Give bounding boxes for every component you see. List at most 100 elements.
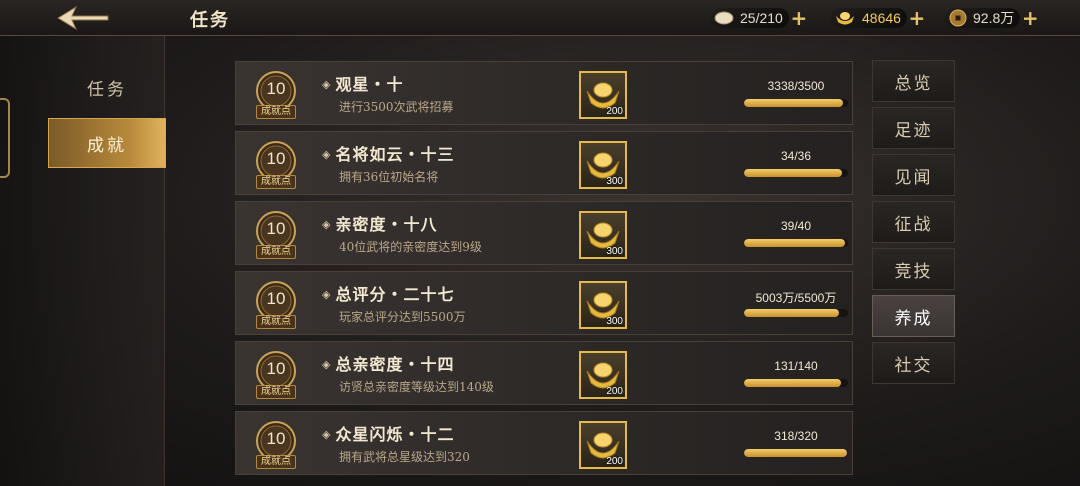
- add-rice-button[interactable]: +: [789, 8, 809, 28]
- currency-rice: 25/210 +: [710, 7, 809, 29]
- reward-item[interactable]: 200: [579, 71, 627, 119]
- progress-text: 3338/3500: [767, 79, 825, 93]
- sidebar-tab-label: 成就: [87, 135, 127, 156]
- category-tab-label: 见闻: [894, 167, 933, 188]
- progress-bar: [744, 449, 848, 457]
- reward-item[interactable]: 300: [579, 281, 627, 329]
- achievement-row: 10 成就点 ◈ 总评分・二十七 玩家总评分达到5500万 300 5003万/5…: [235, 271, 853, 335]
- category-tab[interactable]: 竞技: [872, 248, 955, 290]
- add-coin-button[interactable]: +: [1020, 8, 1040, 28]
- progress-bar: [744, 239, 848, 247]
- sidebar-tab-achievements[interactable]: 成就: [48, 118, 166, 168]
- page-title: 任务: [190, 10, 230, 31]
- sidebar: 任务 成就: [0, 36, 166, 486]
- reward-item[interactable]: 200: [579, 421, 627, 469]
- achievement-points-badge: 10 成就点: [250, 420, 302, 472]
- category-tab[interactable]: 见闻: [872, 154, 955, 196]
- achievement-desc: 拥有武将总星级达到320: [339, 450, 470, 464]
- achievement-points-badge: 10 成就点: [250, 350, 302, 402]
- category-tab[interactable]: 足迹: [872, 107, 955, 149]
- diamond-icon: ◈: [322, 218, 332, 231]
- category-tab[interactable]: 社交: [872, 342, 955, 384]
- currency-gold: 48646 +: [830, 7, 927, 29]
- diamond-icon: ◈: [322, 358, 332, 371]
- achievement-points: 10: [266, 149, 286, 168]
- achievement-points-label: 成就点: [256, 105, 296, 119]
- progress-text: 39/40: [780, 219, 812, 233]
- progress-fill: [744, 239, 846, 247]
- diamond-icon: ◈: [322, 148, 332, 161]
- sidebar-tab-tasks[interactable]: 任务: [48, 62, 166, 112]
- progress-bar: [744, 379, 848, 387]
- achievement-points-badge: 10 成就点: [250, 210, 302, 262]
- achievement-points-label: 成就点: [256, 245, 296, 259]
- category-tabs: 总览足迹见闻征战竞技养成社交: [872, 60, 956, 389]
- progress-text: 131/140: [774, 359, 818, 373]
- sidebar-edge-ornament: [0, 98, 10, 178]
- currency-value-gold: 48646: [862, 10, 901, 26]
- achievement-desc: 进行3500次武将招募: [339, 100, 454, 114]
- top-bar: 任务 25/210 + 48646 + 92.8万 +: [0, 0, 1080, 36]
- progress-text: 34/36: [780, 149, 812, 163]
- achievement-title: 总亲密度・十四: [335, 355, 455, 374]
- reward-qty: 300: [606, 316, 623, 327]
- currency-value-rice: 25/210: [740, 10, 783, 26]
- achievement-points: 10: [266, 359, 286, 378]
- achievement-row: 10 成就点 ◈ 众星闪烁・十二 拥有武将总星级达到320 200 318/320: [235, 411, 853, 475]
- currency-value-coin: 92.8万: [973, 10, 1015, 26]
- reward-qty: 200: [606, 386, 623, 397]
- sidebar-tab-label: 任务: [87, 79, 127, 100]
- achievement-title: 亲密度・十八: [335, 215, 438, 234]
- achievement-desc: 拥有36位初始名将: [339, 170, 439, 184]
- category-tab-label: 总览: [894, 73, 933, 94]
- diamond-icon: ◈: [322, 288, 332, 301]
- currency-coin: 92.8万 +: [945, 7, 1040, 29]
- achievement-points: 10: [266, 289, 286, 308]
- achievement-row: 10 成就点 ◈ 观星・十 进行3500次武将招募 200 3338/3500: [235, 61, 853, 125]
- achievement-title-wrap: ◈ 众星闪烁・十二: [322, 421, 454, 445]
- achievement-title-wrap: ◈ 总评分・二十七: [322, 281, 454, 305]
- category-tab-label: 足迹: [894, 120, 933, 141]
- back-button[interactable]: [52, 4, 112, 32]
- achievement-title-wrap: ◈ 亲密度・十八: [322, 211, 437, 235]
- achievement-points-label: 成就点: [256, 175, 296, 189]
- achievement-points-label: 成就点: [256, 315, 296, 329]
- achievement-points-badge: 10 成就点: [250, 280, 302, 332]
- achievement-points-badge: 10 成就点: [250, 140, 302, 192]
- progress-fill: [744, 379, 842, 387]
- achievement-points-label: 成就点: [256, 455, 296, 469]
- achievement-row: 10 成就点 ◈ 亲密度・十八 40位武将的亲密度达到9级 300 39/40: [235, 201, 853, 265]
- category-tab[interactable]: 养成: [872, 295, 955, 337]
- achievement-title: 观星・十: [335, 75, 404, 94]
- category-tab[interactable]: 征战: [872, 201, 955, 243]
- category-tab-label: 养成: [894, 308, 933, 329]
- reward-item[interactable]: 300: [579, 141, 627, 189]
- coin-icon: [949, 9, 967, 27]
- achievement-title: 众星闪烁・十二: [335, 425, 455, 444]
- category-tab-label: 竞技: [894, 261, 933, 282]
- reward-item[interactable]: 300: [579, 211, 627, 259]
- back-arrow-icon: [57, 5, 109, 31]
- achievement-points: 10: [266, 429, 286, 448]
- reward-qty: 200: [606, 106, 623, 117]
- progress-text: 5003万/5500万: [755, 291, 837, 305]
- reward-item[interactable]: 200: [579, 351, 627, 399]
- achievement-row: 10 成就点 ◈ 总亲密度・十四 访贤总亲密度等级达到140级 200 131/1…: [235, 341, 853, 405]
- add-gold-button[interactable]: +: [907, 8, 927, 28]
- achievement-list: 10 成就点 ◈ 观星・十 进行3500次武将招募 200 3338/3500 1…: [235, 61, 855, 481]
- progress-bar: [744, 169, 848, 177]
- progress-fill: [744, 169, 843, 177]
- gold-ingot-icon: [836, 12, 854, 25]
- category-tab[interactable]: 总览: [872, 60, 955, 102]
- category-tab-label: 征战: [894, 214, 933, 235]
- category-tab-label: 社交: [894, 355, 933, 376]
- progress-fill: [744, 309, 839, 317]
- achievement-title-wrap: ◈ 观星・十: [322, 71, 403, 95]
- progress-text: 318/320: [774, 429, 818, 443]
- achievement-desc: 访贤总亲密度等级达到140级: [339, 380, 494, 394]
- achievement-points-label: 成就点: [256, 385, 296, 399]
- achievement-row: 10 成就点 ◈ 名将如云・十三 拥有36位初始名将 300 34/36: [235, 131, 853, 195]
- achievement-points: 10: [266, 79, 286, 98]
- progress-bar: [744, 309, 848, 317]
- achievement-title-wrap: ◈ 总亲密度・十四: [322, 351, 454, 375]
